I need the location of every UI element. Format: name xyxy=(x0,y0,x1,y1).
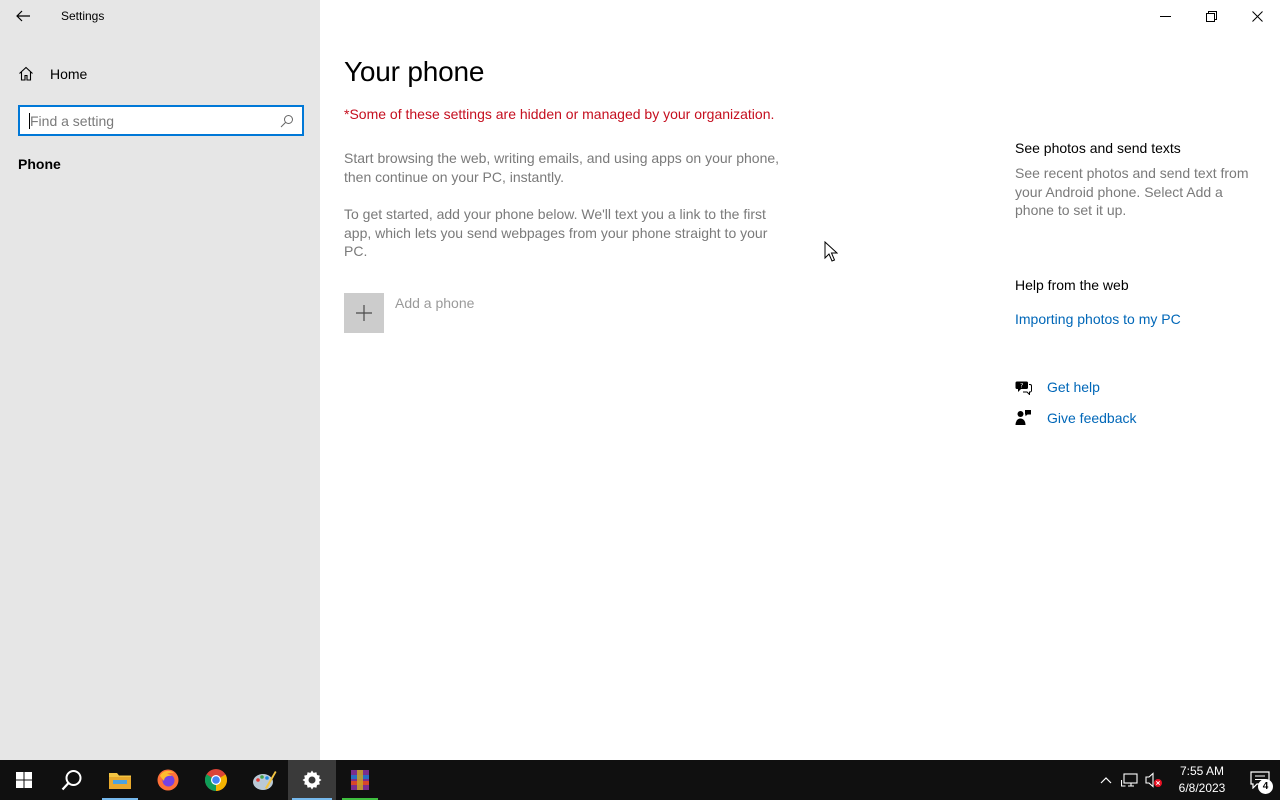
get-help-label: Get help xyxy=(1047,378,1100,395)
search-icon xyxy=(61,770,82,791)
paint-icon xyxy=(253,771,277,790)
search-box[interactable] xyxy=(18,105,304,136)
clock-time: 7:55 AM xyxy=(1179,764,1225,778)
importing-photos-link[interactable]: Importing photos to my PC xyxy=(1015,311,1265,327)
volume-muted-icon xyxy=(1145,772,1162,788)
managed-by-organization-note: *Some of these settings are hidden or ma… xyxy=(344,106,775,122)
volume-button[interactable] xyxy=(1142,760,1166,800)
feedback-person-icon xyxy=(1015,410,1031,425)
home-nav-item[interactable]: Home xyxy=(0,58,320,90)
notification-count-badge: 4 xyxy=(1258,779,1273,794)
network-button[interactable] xyxy=(1118,760,1142,800)
start-button[interactable] xyxy=(0,760,48,800)
settings-icon xyxy=(302,770,322,790)
title-bar: Settings xyxy=(0,0,320,32)
window-controls xyxy=(1142,0,1280,32)
file-explorer-icon xyxy=(109,773,131,789)
restore-icon xyxy=(1205,10,1217,22)
give-feedback-link[interactable]: Give feedback xyxy=(1015,409,1137,426)
give-feedback-label: Give feedback xyxy=(1047,409,1137,426)
taskbar-paint[interactable] xyxy=(240,760,288,800)
taskbar-clock[interactable]: 7:55 AM 6/8/2023 xyxy=(1170,763,1234,797)
home-icon xyxy=(19,66,33,81)
photos-description: See recent photos and send text from you… xyxy=(1015,165,1249,218)
svg-text:?: ? xyxy=(1020,383,1023,390)
taskbar: 7:55 AM 6/8/2023 4 xyxy=(0,760,1280,800)
text-caret xyxy=(29,113,30,129)
search-input[interactable] xyxy=(20,107,272,134)
sidebar-item-phone[interactable]: Phone xyxy=(18,156,61,172)
taskbar-winrar[interactable] xyxy=(336,760,384,800)
minimize-button[interactable] xyxy=(1142,0,1188,32)
network-icon xyxy=(1121,773,1138,787)
add-phone-button[interactable]: Add a phone xyxy=(344,293,474,333)
home-label: Home xyxy=(50,66,88,82)
taskbar-search-button[interactable] xyxy=(48,760,96,800)
taskbar-settings[interactable] xyxy=(288,760,336,800)
chrome-icon xyxy=(205,769,227,791)
close-button[interactable] xyxy=(1234,0,1280,32)
chevron-up-icon xyxy=(1100,777,1112,784)
windows-logo-icon xyxy=(16,772,32,788)
mouse-cursor-icon xyxy=(824,241,838,262)
photos-heading: See photos and send texts xyxy=(1015,140,1181,156)
photos-info-section: See photos and send texts See recent pho… xyxy=(1015,140,1265,220)
close-icon xyxy=(1251,10,1263,22)
help-heading: Help from the web xyxy=(1015,277,1129,293)
taskbar-file-explorer[interactable] xyxy=(96,760,144,800)
back-arrow-icon xyxy=(16,10,30,22)
get-help-link[interactable]: ? Get help xyxy=(1015,378,1100,395)
help-section: Help from the web Importing photos to my… xyxy=(1015,277,1265,327)
clock-date: 6/8/2023 xyxy=(1178,781,1226,795)
action-center-button[interactable]: 4 xyxy=(1240,760,1280,800)
taskbar-firefox[interactable] xyxy=(144,760,192,800)
search-icon[interactable] xyxy=(272,114,302,128)
page-title: Your phone xyxy=(344,56,485,87)
add-phone-label: Add a phone xyxy=(395,295,475,311)
taskbar-chrome[interactable] xyxy=(192,760,240,800)
firefox-icon xyxy=(157,769,179,791)
add-phone-tile xyxy=(344,293,384,333)
minimize-icon xyxy=(1159,15,1171,17)
get-started-paragraph: To get started, add your phone below. We… xyxy=(344,206,768,259)
back-button[interactable] xyxy=(0,0,46,32)
show-hidden-icons-button[interactable] xyxy=(1094,760,1118,800)
winrar-icon xyxy=(351,770,369,790)
settings-sidebar: Settings Home Phone xyxy=(0,0,320,760)
intro-paragraph: Start browsing the web, writing emails, … xyxy=(344,150,780,185)
chat-help-icon: ? xyxy=(1015,381,1032,395)
restore-button[interactable] xyxy=(1188,0,1234,32)
plus-icon xyxy=(356,305,372,321)
app-title: Settings xyxy=(61,9,105,23)
system-tray: 7:55 AM 6/8/2023 4 xyxy=(1094,760,1280,800)
